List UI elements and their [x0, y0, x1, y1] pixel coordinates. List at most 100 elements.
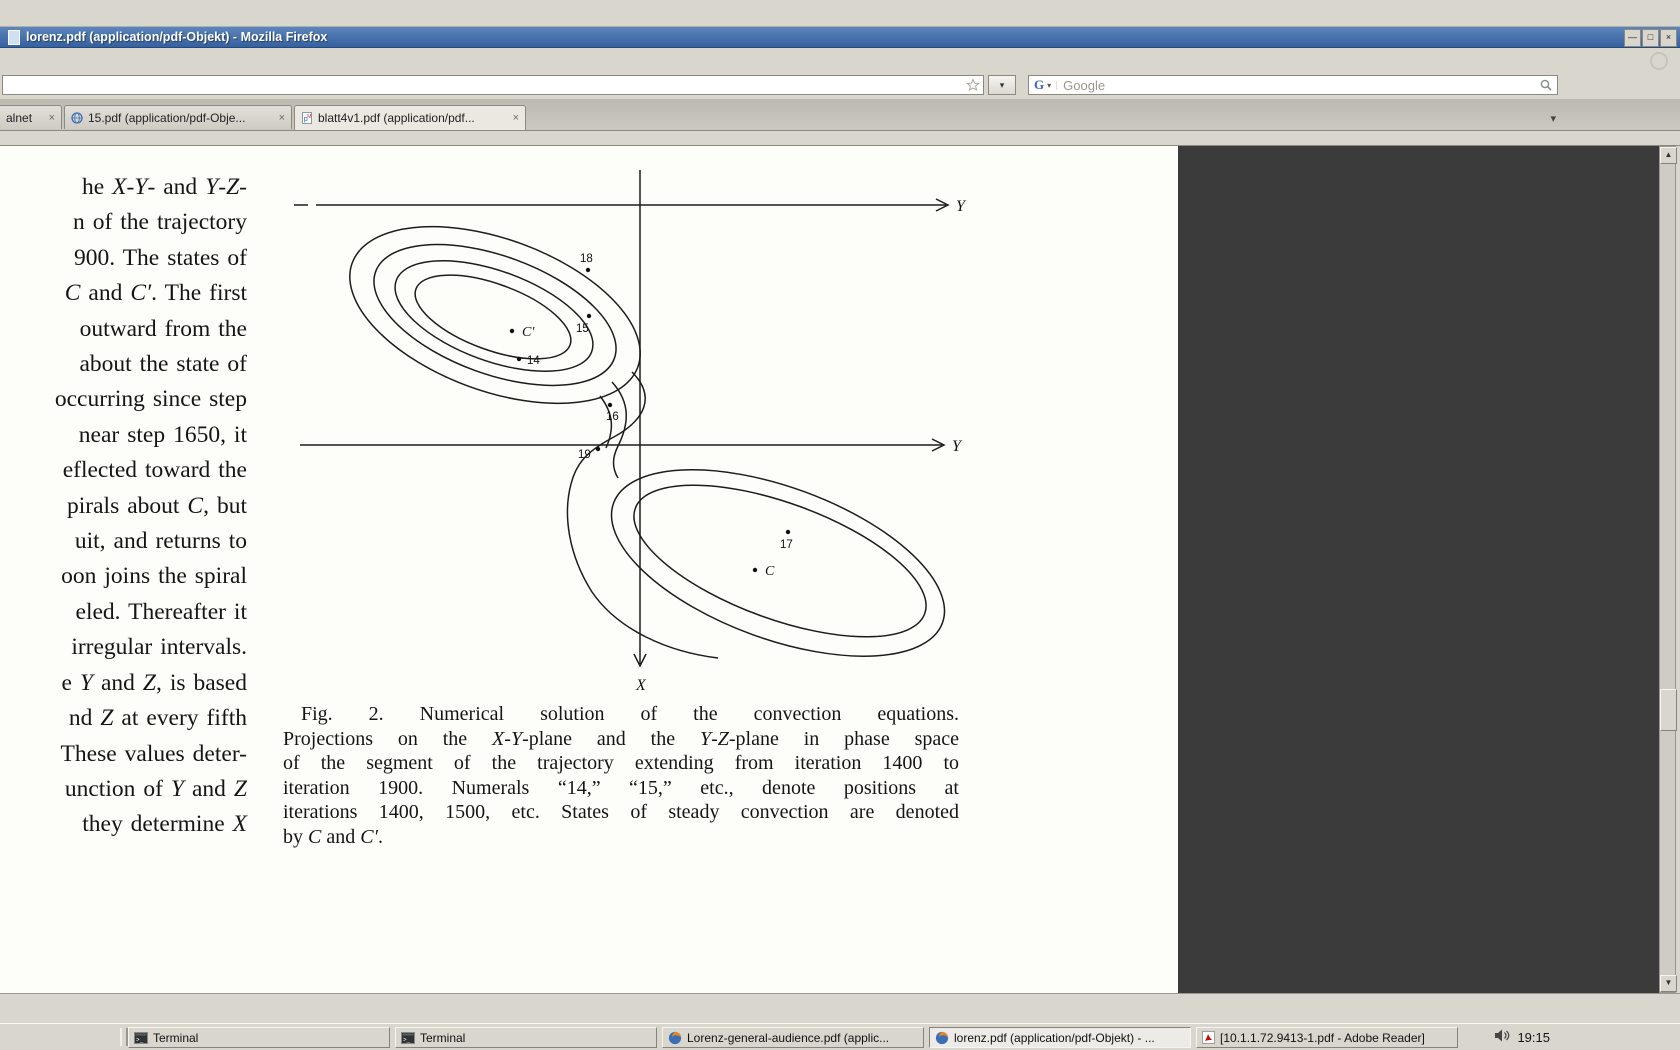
- point-label: 17: [780, 539, 793, 551]
- text-line: e Y and Z, is based: [0, 666, 247, 701]
- point-label: 18: [580, 253, 593, 265]
- text-line: irregular intervals.: [0, 630, 247, 665]
- tab-3[interactable]: pMblatt4v1.pdf (application/pdf...×: [294, 105, 526, 130]
- window-titlebar: lorenz.pdf (application/pdf-Objekt) - Mo…: [0, 27, 1680, 48]
- svg-text:>_: >_: [136, 1036, 144, 1043]
- trajectory-point: [586, 268, 590, 272]
- attractor-loop: [405, 258, 582, 376]
- tab-close-icon[interactable]: ×: [513, 112, 519, 124]
- caption-line: of the segment of the trajectory extendi…: [283, 751, 959, 776]
- taskbar-items: >_Terminal>_TerminalLorenz-general-audie…: [128, 1027, 1458, 1048]
- point-label: 15: [576, 323, 589, 335]
- volume-icon[interactable]: [1493, 1028, 1510, 1048]
- search-engine-icon[interactable]: G: [1029, 77, 1046, 93]
- tab-close-icon[interactable]: ×: [279, 112, 285, 124]
- taskbar-button-5[interactable]: [10.1.1.72.9413-1.pdf - Adobe Reader]: [1196, 1027, 1458, 1048]
- tab-bar: alnet×15.pdf (application/pdf-Obje...×pM…: [0, 99, 1680, 131]
- system-tray: 19:15: [1493, 1027, 1550, 1048]
- globe-favicon-icon: [71, 112, 83, 124]
- url-history-dropdown[interactable]: ▾: [988, 75, 1016, 95]
- point-label: 19: [578, 449, 591, 461]
- window-title: lorenz.pdf (application/pdf-Objekt) - Mo…: [26, 30, 327, 44]
- text-line: unction of Y and Z: [0, 772, 247, 807]
- url-input[interactable]: [5, 77, 939, 95]
- menubar-row: [0, 48, 1680, 73]
- text-line: pirals about C, but: [0, 489, 247, 524]
- text-line: they determine X: [0, 807, 247, 842]
- scrollbar-thumb[interactable]: [1660, 689, 1677, 731]
- acrobat-icon: [1202, 1031, 1215, 1044]
- window-icon: [8, 30, 20, 45]
- tab-label: alnet: [6, 111, 32, 125]
- tab-1[interactable]: alnet ×: [0, 105, 62, 129]
- caption-line: by C and C′.: [283, 825, 959, 850]
- search-bar[interactable]: G ▾ Google: [1028, 75, 1558, 95]
- vertical-scrollbar[interactable]: ▲ ▼: [1659, 146, 1676, 993]
- trajectory-point: [517, 357, 521, 361]
- window-inner-border: [0, 131, 1680, 146]
- tab-close-icon[interactable]: ×: [49, 112, 55, 124]
- taskbar-button-3[interactable]: Lorenz-general-audience.pdf (applic...: [662, 1027, 924, 1048]
- text-line: eflected toward the: [0, 453, 247, 488]
- point-label: C: [765, 564, 775, 579]
- maximize-button[interactable]: □: [1642, 29, 1659, 47]
- attractor-connector: [567, 372, 718, 658]
- minimize-button[interactable]: —: [1624, 29, 1641, 47]
- text-line: nd Z at every fifth: [0, 701, 247, 736]
- caption-line: Fig. 2. Numerical solution of the convec…: [283, 702, 959, 727]
- tab-strip: alnet×15.pdf (application/pdf-Obje...×pM…: [0, 105, 528, 130]
- taskbar-button-1[interactable]: >_ Terminal: [128, 1027, 390, 1048]
- attractor-loop: [326, 192, 664, 439]
- figure-curves: [294, 170, 968, 694]
- url-bar[interactable]: [2, 75, 984, 95]
- text-line: uit, and returns to: [0, 524, 247, 559]
- taskbar-handle[interactable]: [120, 1028, 128, 1046]
- trajectory-point: [510, 329, 514, 333]
- point-label: C′: [522, 325, 535, 340]
- point-label: 16: [606, 411, 619, 423]
- taskbar-button-4[interactable]: lorenz.pdf (application/pdf-Objekt) - ..…: [929, 1027, 1191, 1048]
- taskbar-button-label: Terminal: [153, 1031, 198, 1045]
- search-magnifier-icon[interactable]: [1539, 78, 1557, 92]
- list-all-tabs-button[interactable]: ▾: [1550, 112, 1556, 125]
- text-line: he X-Y- and Y-Z-: [0, 170, 247, 205]
- svg-text:M: M: [307, 114, 311, 120]
- text-line: occurring since step: [0, 382, 247, 417]
- tab-2[interactable]: 15.pdf (application/pdf-Obje... ×: [64, 105, 292, 129]
- taskbar-button-label: Lorenz-general-audience.pdf (applic...: [687, 1031, 889, 1045]
- pdf-left-column: he X-Y- and Y-Z-n of the trajectory900. …: [0, 170, 247, 843]
- figure-axis-labels: Y Y X: [635, 198, 967, 694]
- text-line: oon joins the spiral: [0, 559, 247, 594]
- point-label: 14: [527, 355, 540, 367]
- axis-label-x: X: [635, 677, 647, 694]
- pdf-viewer-background: [1178, 146, 1659, 993]
- trajectory-point: [753, 568, 757, 572]
- plugin-favicon-icon: pM: [301, 112, 313, 124]
- clock: 19:15: [1517, 1030, 1550, 1045]
- search-engine-dropdown-icon[interactable]: ▾: [1046, 81, 1057, 90]
- pdf-page: he X-Y- and Y-Z-n of the trajectory900. …: [0, 146, 1178, 993]
- taskbar-button-label: Terminal: [420, 1031, 465, 1045]
- search-placeholder[interactable]: Google: [1057, 78, 1539, 93]
- taskbar-button-label: lorenz.pdf (application/pdf-Objekt) - ..…: [954, 1031, 1155, 1045]
- text-line: about the state of: [0, 347, 247, 382]
- tab-label: 15.pdf (application/pdf-Obje...: [88, 111, 245, 125]
- firefox-icon: [935, 1031, 949, 1045]
- bookmark-star-icon[interactable]: [966, 78, 980, 97]
- trajectory-point: [786, 530, 790, 534]
- navigation-toolbar: ▾ G ▾ Google: [0, 73, 1680, 99]
- scroll-down-icon[interactable]: ▼: [1660, 975, 1677, 992]
- caption-line: iterations 1400, 1500, etc. States of st…: [283, 800, 959, 825]
- trajectory-point: [596, 447, 600, 451]
- close-button[interactable]: ×: [1660, 29, 1677, 47]
- text-line: 900. The states of: [0, 241, 247, 276]
- axis-label-y-top: Y: [956, 198, 967, 215]
- taskbar: >_Terminal>_TerminalLorenz-general-audie…: [0, 1023, 1680, 1050]
- caption-line: Projections on the X-Y-plane and the Y-Z…: [283, 727, 959, 752]
- attractor-loop: [355, 216, 634, 414]
- taskbar-button-2[interactable]: >_Terminal: [395, 1027, 657, 1048]
- lorenz-figure: Y Y X 18 15 C′ 14 16 19 17 C: [280, 158, 1020, 702]
- scroll-up-icon[interactable]: ▲: [1660, 147, 1677, 164]
- text-line: eled. Thereafter it: [0, 595, 247, 630]
- browser-content: he X-Y- and Y-Z-n of the trajectory900. …: [0, 146, 1659, 993]
